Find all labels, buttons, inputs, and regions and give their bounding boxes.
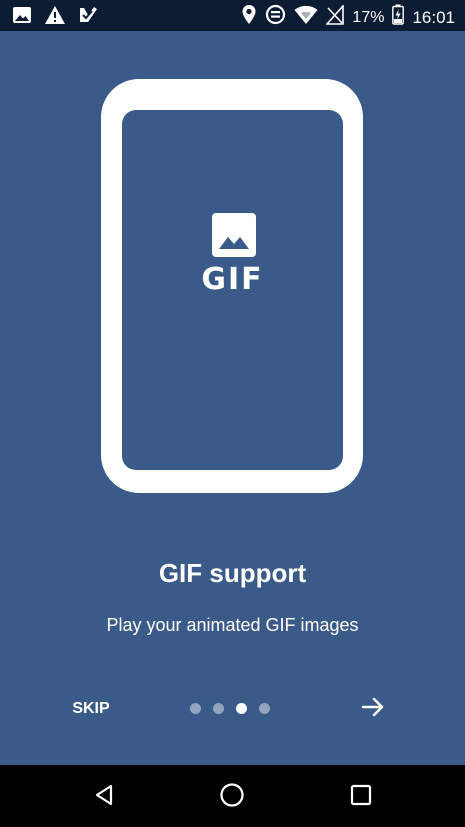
signal-icon [325, 3, 345, 30]
phone-screen: GIF [122, 110, 343, 470]
status-bar: 17% 16:01 [0, 0, 465, 31]
battery-charging-icon [392, 4, 405, 30]
back-button[interactable] [86, 779, 122, 815]
page-dot-4 [259, 703, 270, 714]
page-title: GIF support [158, 558, 307, 588]
recents-button[interactable] [343, 779, 379, 815]
home-icon [219, 782, 245, 813]
clock: 16:01 [412, 7, 455, 27]
page-dot-2 [213, 703, 224, 714]
gif-label: GIF [201, 262, 264, 297]
wifi-icon [294, 5, 318, 30]
page-dot-1 [190, 703, 201, 714]
page-dot-3-active [236, 703, 247, 714]
next-button[interactable] [358, 694, 388, 724]
page-subtitle: Play your animated GIF images [106, 615, 359, 635]
status-left-icons [12, 5, 98, 30]
back-icon [92, 783, 116, 812]
skip-button[interactable]: SKIP [60, 696, 122, 722]
data-saver-icon [265, 4, 286, 30]
navigation-bar [0, 765, 465, 827]
gif-image-icon [212, 213, 256, 262]
arrow-right-icon [361, 696, 385, 723]
onboarding-page: GIF GIF support Play your animated GIF i… [0, 31, 465, 765]
check-badge-icon [78, 5, 98, 30]
recents-icon [349, 783, 373, 812]
image-icon [12, 5, 32, 30]
status-right-icons: 17% 16:01 [241, 3, 455, 30]
phone-illustration: GIF [101, 79, 363, 493]
warning-icon [44, 5, 66, 30]
battery-percent: 17% [352, 8, 385, 26]
page-indicator [190, 703, 270, 714]
home-button[interactable] [214, 779, 250, 815]
location-pin-icon [241, 4, 257, 30]
